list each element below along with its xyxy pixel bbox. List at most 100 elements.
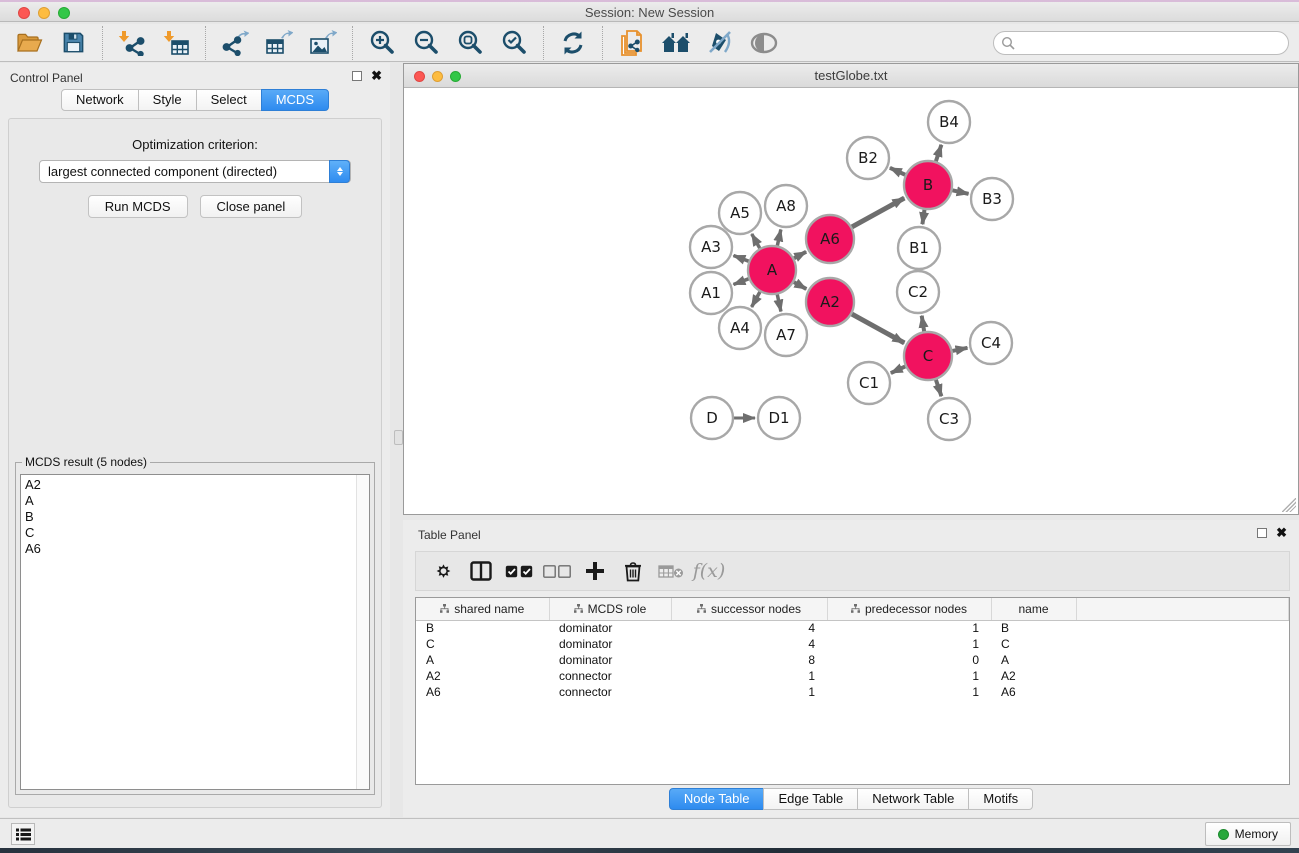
graph-edge-A6-B[interactable] bbox=[852, 198, 904, 227]
table-row[interactable]: Adominator80A bbox=[416, 652, 1289, 668]
export-image-icon[interactable] bbox=[306, 27, 340, 59]
graph-node-A1[interactable]: A1 bbox=[690, 272, 732, 314]
refresh-layout-icon[interactable] bbox=[556, 27, 590, 59]
column-layout-icon[interactable] bbox=[462, 553, 500, 589]
table-cell[interactable]: dominator bbox=[549, 652, 671, 668]
graph-node-B[interactable]: B bbox=[904, 161, 952, 209]
table-cell[interactable] bbox=[1076, 620, 1289, 636]
table-cell[interactable] bbox=[1076, 668, 1289, 684]
table-row[interactable]: Cdominator41C bbox=[416, 636, 1289, 652]
hide-graphics-details-icon[interactable] bbox=[703, 27, 737, 59]
table-cell[interactable]: A2 bbox=[991, 668, 1076, 684]
graph-node-B4[interactable]: B4 bbox=[928, 101, 970, 143]
table-row[interactable]: A2connector11A2 bbox=[416, 668, 1289, 684]
graph-node-D1[interactable]: D1 bbox=[758, 397, 800, 439]
table-row[interactable]: A6connector11A6 bbox=[416, 684, 1289, 700]
new-network-from-selection-icon[interactable] bbox=[615, 27, 649, 59]
split-divider-grip[interactable] bbox=[394, 430, 403, 445]
table-cell[interactable]: 4 bbox=[671, 636, 827, 652]
tab-edge-table[interactable]: Edge Table bbox=[763, 788, 858, 810]
graph-node-C[interactable]: C bbox=[904, 332, 952, 380]
graph-node-A[interactable]: A bbox=[748, 246, 796, 294]
table-cell[interactable]: 1 bbox=[671, 684, 827, 700]
graph-node-A8[interactable]: A8 bbox=[765, 185, 807, 227]
table-cell[interactable] bbox=[1076, 652, 1289, 668]
graph-edge-B-B2[interactable] bbox=[890, 168, 905, 175]
tab-style[interactable]: Style bbox=[138, 89, 197, 111]
memory-button[interactable]: Memory bbox=[1205, 822, 1291, 846]
first-neighbors-icon[interactable] bbox=[659, 27, 693, 59]
mcds-result-item[interactable]: B bbox=[25, 509, 369, 525]
delete-column-icon[interactable] bbox=[614, 553, 652, 589]
graph-edge-A-A4[interactable] bbox=[752, 292, 760, 307]
tab-node-table[interactable]: Node Table bbox=[669, 788, 765, 810]
table-cell[interactable]: 1 bbox=[827, 620, 991, 636]
table-cell[interactable]: A6 bbox=[991, 684, 1076, 700]
zoom-selected-icon[interactable] bbox=[497, 27, 531, 59]
graph-edge-B-B1[interactable] bbox=[922, 210, 924, 224]
network-graph[interactable]: AA1A2A3A4A5A6A7A8BB1B2B3B4CC1C2C3C4DD1 bbox=[404, 88, 1298, 514]
graph-edge-A-A5[interactable] bbox=[752, 234, 760, 248]
graph-edge-A-A1[interactable] bbox=[733, 279, 748, 285]
delete-table-icon[interactable] bbox=[652, 553, 690, 589]
tab-network[interactable]: Network bbox=[61, 89, 139, 111]
graph-edge-C-C4[interactable] bbox=[952, 348, 967, 351]
mcds-result-item[interactable]: A2 bbox=[25, 477, 369, 493]
column-header-MCDS-role[interactable]: MCDS role bbox=[549, 598, 671, 620]
run-mcds-button[interactable]: Run MCDS bbox=[88, 195, 188, 218]
table-cell[interactable]: 1 bbox=[827, 684, 991, 700]
graph-node-A6[interactable]: A6 bbox=[806, 215, 854, 263]
table-cell[interactable]: connector bbox=[549, 668, 671, 684]
graph-edge-B-B4[interactable] bbox=[936, 145, 942, 162]
tab-select[interactable]: Select bbox=[196, 89, 262, 111]
table-cell[interactable]: A6 bbox=[416, 684, 549, 700]
table-cell[interactable] bbox=[1076, 684, 1289, 700]
table-cell[interactable]: A bbox=[416, 652, 549, 668]
mcds-result-list[interactable]: A2ABCA6 bbox=[20, 474, 370, 790]
tab-network-table[interactable]: Network Table bbox=[857, 788, 969, 810]
export-network-icon[interactable] bbox=[218, 27, 252, 59]
tab-mcds[interactable]: MCDS bbox=[261, 89, 329, 111]
table-cell[interactable]: C bbox=[416, 636, 549, 652]
table-cell[interactable]: A2 bbox=[416, 668, 549, 684]
graph-edge-A2-C[interactable] bbox=[852, 314, 904, 343]
column-header-successor-nodes[interactable]: successor nodes bbox=[671, 598, 827, 620]
graph-node-B2[interactable]: B2 bbox=[847, 137, 889, 179]
table-row[interactable]: Bdominator41B bbox=[416, 620, 1289, 636]
float-table-panel-icon[interactable] bbox=[1257, 528, 1267, 538]
tab-motifs[interactable]: Motifs bbox=[968, 788, 1033, 810]
mcds-result-item[interactable]: A bbox=[25, 493, 369, 509]
table-cell[interactable]: 1 bbox=[827, 636, 991, 652]
task-history-icon[interactable] bbox=[11, 823, 35, 845]
table-cell[interactable]: connector bbox=[549, 684, 671, 700]
column-header-shared-name[interactable]: shared name bbox=[416, 598, 549, 620]
close-panel-button[interactable]: Close panel bbox=[200, 195, 303, 218]
node-table[interactable]: shared nameMCDS rolesuccessor nodesprede… bbox=[415, 597, 1290, 785]
graph-edge-A-A2[interactable] bbox=[794, 282, 806, 289]
search-field[interactable] bbox=[993, 31, 1289, 55]
table-cell[interactable]: C bbox=[991, 636, 1076, 652]
graph-node-A5[interactable]: A5 bbox=[719, 192, 761, 234]
close-panel-icon[interactable]: ✖ bbox=[371, 71, 382, 81]
mcds-result-item[interactable]: A6 bbox=[25, 541, 369, 557]
graph-edge-A-A8[interactable] bbox=[777, 229, 781, 245]
close-table-panel-icon[interactable]: ✖ bbox=[1276, 528, 1287, 538]
deselect-all-checkboxes-icon[interactable] bbox=[538, 553, 576, 589]
graph-node-A2[interactable]: A2 bbox=[806, 278, 854, 326]
graph-node-B3[interactable]: B3 bbox=[971, 178, 1013, 220]
table-cell[interactable]: 1 bbox=[827, 668, 991, 684]
table-cell[interactable]: A bbox=[991, 652, 1076, 668]
add-column-icon[interactable] bbox=[576, 553, 614, 589]
graph-node-C1[interactable]: C1 bbox=[848, 362, 890, 404]
table-cell[interactable]: B bbox=[991, 620, 1076, 636]
graph-edge-A-A7[interactable] bbox=[777, 294, 781, 311]
mcds-result-item[interactable]: C bbox=[25, 525, 369, 541]
graph-node-A4[interactable]: A4 bbox=[719, 307, 761, 349]
birds-eye-view-icon[interactable] bbox=[747, 27, 781, 59]
table-cell[interactable]: 1 bbox=[671, 668, 827, 684]
float-panel-icon[interactable] bbox=[352, 71, 362, 81]
table-cell[interactable] bbox=[1076, 636, 1289, 652]
select-all-checkboxes-icon[interactable] bbox=[500, 553, 538, 589]
graph-node-C3[interactable]: C3 bbox=[928, 398, 970, 440]
table-cell[interactable]: dominator bbox=[549, 636, 671, 652]
